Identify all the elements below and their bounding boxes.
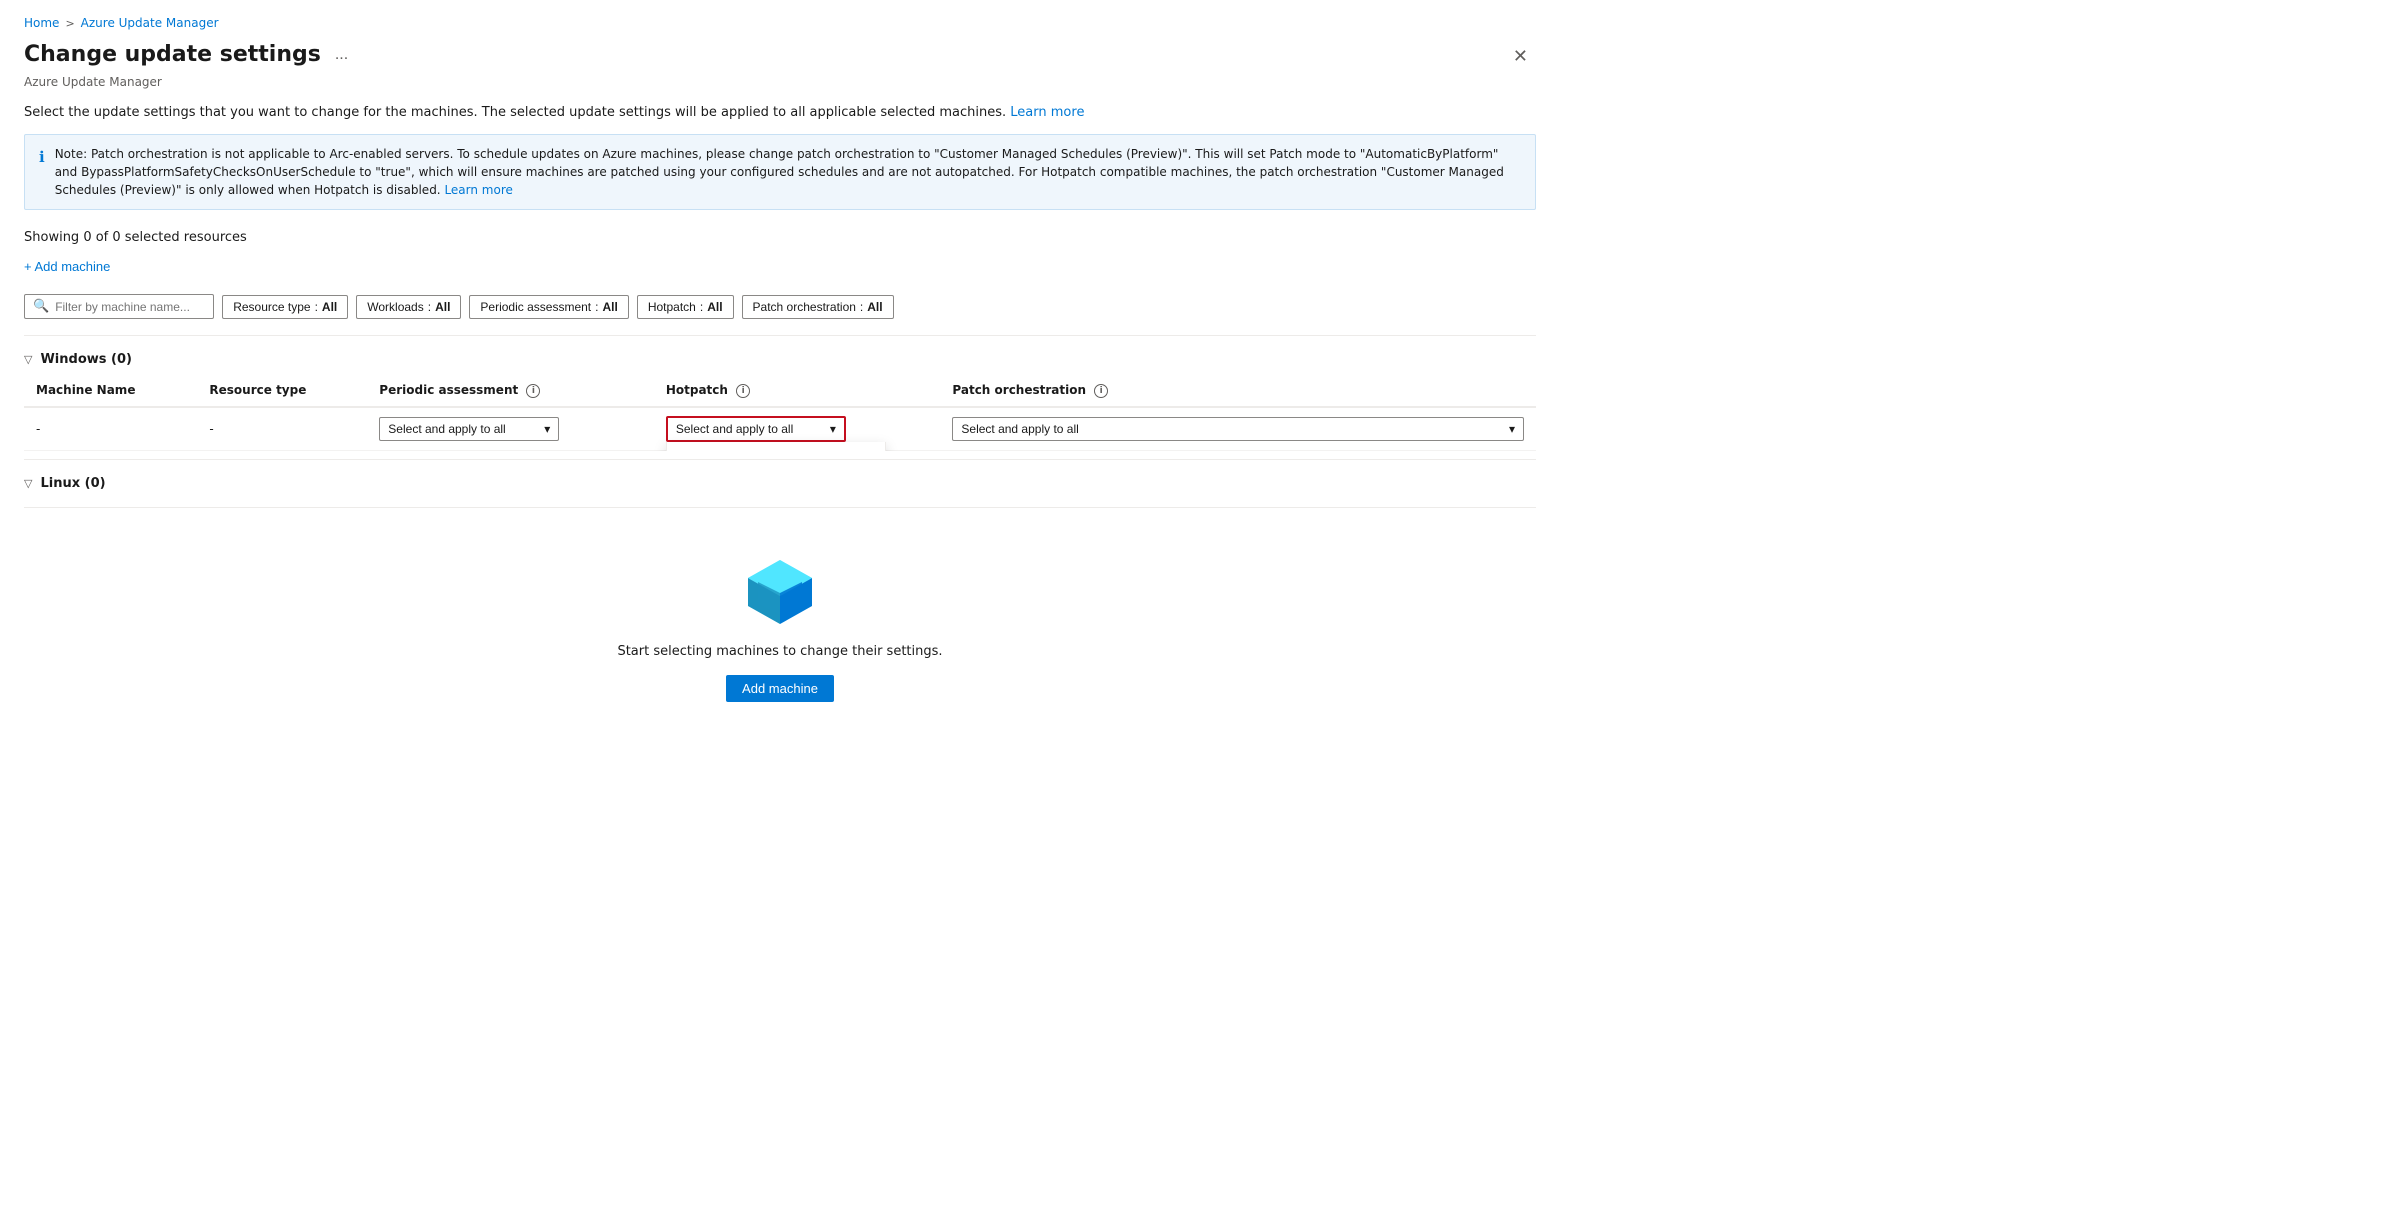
- cell-hotpatch: Select and apply to all ▾ Enable Disable…: [654, 407, 941, 451]
- table-row: - - Select and apply to all ▾ Select and…: [24, 407, 1536, 451]
- col-machine-name: Machine Name: [24, 375, 197, 407]
- divider-2: [24, 459, 1536, 460]
- table-container: Machine Name Resource type Periodic asse…: [24, 375, 1536, 451]
- info-banner-text: Note: Patch orchestration is not applica…: [55, 145, 1521, 199]
- divider-1: [24, 335, 1536, 336]
- filters-row: 🔍 Resource type : All Workloads : All Pe…: [24, 294, 1536, 319]
- azure-cube-icon: [744, 556, 816, 628]
- patch-orchestration-info-icon[interactable]: i: [1094, 384, 1108, 398]
- close-button[interactable]: ✕: [1505, 42, 1536, 71]
- search-input[interactable]: [55, 300, 205, 314]
- info-icon: ℹ: [39, 146, 45, 199]
- breadcrumb-current[interactable]: Azure Update Manager: [81, 16, 219, 30]
- empty-state-text: Start selecting machines to change their…: [617, 644, 942, 659]
- windows-section-header[interactable]: ▽ Windows (0): [24, 344, 1536, 375]
- linux-section-header[interactable]: ▽ Linux (0): [24, 468, 1536, 499]
- periodic-assessment-dropdown[interactable]: Select and apply to all ▾: [379, 417, 559, 441]
- breadcrumb-home[interactable]: Home: [24, 16, 59, 30]
- page-title: Change update settings: [24, 42, 321, 67]
- hotpatch-dropdown-popup: Enable Disable Reset: [666, 442, 886, 451]
- cell-periodic-assessment: Select and apply to all ▾: [367, 407, 654, 451]
- periodic-assessment-filter[interactable]: Periodic assessment : All: [469, 295, 628, 319]
- cell-resource-type: -: [197, 407, 367, 451]
- col-resource-type: Resource type: [197, 375, 367, 407]
- windows-section-label: Windows (0): [40, 352, 132, 367]
- col-periodic-assessment: Periodic assessment i: [367, 375, 654, 407]
- breadcrumb-separator: >: [65, 17, 74, 30]
- hotpatch-option-enable[interactable]: Enable: [667, 442, 885, 451]
- ellipsis-button[interactable]: ...: [329, 44, 354, 66]
- cell-patch-orchestration: Select and apply to all ▾: [940, 407, 1536, 451]
- add-machine-button[interactable]: + Add machine: [24, 255, 110, 278]
- info-learn-more[interactable]: Learn more: [444, 183, 512, 197]
- dropdown-chevron-icon: ▾: [544, 422, 550, 436]
- periodic-assessment-info-icon[interactable]: i: [526, 384, 540, 398]
- empty-state: Start selecting machines to change their…: [24, 516, 1536, 742]
- cell-machine-name: -: [24, 407, 197, 451]
- linux-section-label: Linux (0): [40, 476, 105, 491]
- patch-orchestration-filter[interactable]: Patch orchestration : All: [742, 295, 894, 319]
- windows-chevron-icon: ▽: [24, 353, 32, 366]
- page-subtitle: Azure Update Manager: [24, 75, 1536, 89]
- hotpatch-info-icon[interactable]: i: [736, 384, 750, 398]
- col-patch-orchestration: Patch orchestration i: [940, 375, 1536, 407]
- machines-table: Machine Name Resource type Periodic asse…: [24, 375, 1536, 451]
- linux-chevron-icon: ▽: [24, 477, 32, 490]
- hotpatch-dropdown-wrapper: Select and apply to all ▾ Enable Disable…: [666, 416, 846, 442]
- breadcrumb: Home > Azure Update Manager: [24, 16, 1536, 30]
- page-header: Change update settings ... ✕: [24, 42, 1536, 71]
- title-group: Change update settings ...: [24, 42, 354, 67]
- workloads-filter[interactable]: Workloads : All: [356, 295, 461, 319]
- hotpatch-filter[interactable]: Hotpatch : All: [637, 295, 734, 319]
- patch-chevron-icon: ▾: [1509, 422, 1515, 436]
- search-filter: 🔍: [24, 294, 214, 319]
- add-machine-primary-button[interactable]: Add machine: [726, 675, 834, 702]
- hotpatch-chevron-icon: ▾: [830, 422, 836, 436]
- col-hotpatch: Hotpatch i: [654, 375, 941, 407]
- patch-orchestration-dropdown[interactable]: Select and apply to all ▾: [952, 417, 1524, 441]
- description-learn-more[interactable]: Learn more: [1010, 105, 1084, 120]
- linux-section: ▽ Linux (0): [24, 468, 1536, 499]
- search-icon: 🔍: [33, 299, 49, 314]
- divider-3: [24, 507, 1536, 508]
- table-header-row: Machine Name Resource type Periodic asse…: [24, 375, 1536, 407]
- description-text: Select the update settings that you want…: [24, 105, 1536, 120]
- hotpatch-dropdown[interactable]: Select and apply to all ▾: [666, 416, 846, 442]
- info-banner: ℹ Note: Patch orchestration is not appli…: [24, 134, 1536, 210]
- resource-type-filter[interactable]: Resource type : All: [222, 295, 348, 319]
- showing-count: Showing 0 of 0 selected resources: [24, 230, 1536, 245]
